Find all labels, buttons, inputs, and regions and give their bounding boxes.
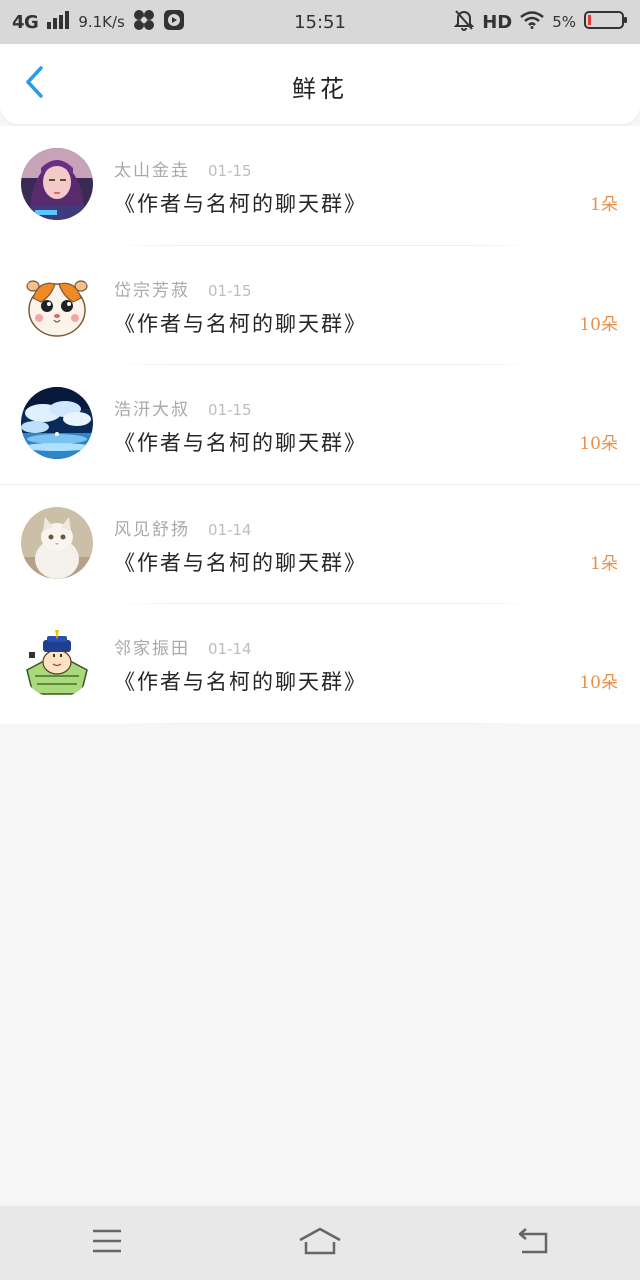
avatar[interactable] [21, 626, 93, 699]
avatar-cartoon-image [21, 626, 93, 699]
date: 01-14 [208, 640, 252, 659]
avatar-sky-image [21, 387, 93, 460]
wifi-icon [520, 11, 544, 33]
avatar-hamster-image [21, 267, 93, 340]
list-item[interactable]: 邻家振田 01-14 《作者与名柯的聊天群》 10朵 [0, 604, 640, 724]
user-name[interactable]: 太山金垚 [114, 156, 190, 181]
flower-count: 10朵 [579, 673, 618, 694]
user-name[interactable]: 邻家振田 [114, 634, 190, 659]
avatar[interactable] [21, 267, 93, 340]
user-line: 风见舒扬 01-14 [114, 515, 252, 540]
avatar[interactable] [21, 387, 93, 460]
signal-icon [46, 11, 70, 33]
group-name[interactable]: 《作者与名柯的聊天群》 [114, 666, 367, 696]
bell-off-icon [453, 9, 475, 35]
group-name[interactable]: 《作者与名柯的聊天群》 [114, 308, 367, 338]
header: 鲜花 [0, 44, 640, 124]
avatar[interactable] [21, 148, 93, 220]
group-name[interactable]: 《作者与名柯的聊天群》 [114, 427, 367, 457]
flower-count: 10朵 [579, 314, 618, 335]
list-item[interactable]: 岱宗芳菽 01-15 《作者与名柯的聊天群》 10朵 [0, 246, 640, 366]
date: 01-15 [208, 162, 252, 180]
group-name[interactable]: 《作者与名柯的聊天群》 [114, 188, 367, 218]
network-speed: 9.1K/s [78, 13, 125, 31]
user-name[interactable]: 岱宗芳菽 [114, 276, 190, 301]
user-line: 岱宗芳菽 01-15 [114, 276, 252, 301]
list-item[interactable]: 太山金垚 01-15 《作者与名柯的聊天群》 1朵 [0, 126, 640, 246]
flower-list: 太山金垚 01-15 《作者与名柯的聊天群》 1朵 岱宗芳菽 01-15 《作者… [0, 126, 640, 724]
list-item[interactable]: 风见舒扬 01-14 《作者与名柯的聊天群》 1朵 [0, 485, 640, 605]
date: 01-15 [208, 281, 252, 300]
user-line: 太山金垚 01-15 [114, 156, 252, 181]
pinwheel-icon [133, 9, 155, 35]
battery-icon [584, 10, 628, 34]
flower-count: 1朵 [590, 195, 618, 215]
home-button[interactable] [280, 1213, 360, 1273]
page-title: 鲜花 [292, 75, 348, 103]
back-nav-button[interactable] [493, 1213, 573, 1273]
network-type: 4G [12, 11, 39, 33]
avatar-girl-image [21, 148, 93, 220]
group-name[interactable]: 《作者与名柯的聊天群》 [114, 547, 367, 577]
status-bar: 4G 9.1K/s 15:51 HD 5% [0, 0, 640, 44]
system-nav-bar [0, 1206, 640, 1280]
flower-count: 1朵 [590, 553, 618, 574]
avatar-cat-image [21, 506, 93, 579]
flower-count: 10朵 [579, 434, 618, 455]
divider [110, 722, 540, 724]
user-name[interactable]: 浩汧大叔 [114, 395, 190, 420]
back-arrow-icon [516, 1228, 550, 1258]
status-left: 4G 9.1K/s [12, 9, 185, 35]
home-icon [298, 1227, 342, 1259]
battery-percent: 5% [552, 13, 576, 31]
video-play-icon [163, 9, 185, 35]
user-line: 邻家振田 01-14 [114, 634, 252, 659]
user-line: 浩汧大叔 01-15 [114, 395, 252, 420]
date: 01-15 [208, 401, 252, 420]
list-item[interactable]: 浩汧大叔 01-15 《作者与名柯的聊天群》 10朵 [0, 365, 640, 485]
menu-button[interactable] [67, 1213, 147, 1273]
hd-indicator: HD [482, 11, 513, 33]
date: 01-14 [208, 520, 252, 539]
menu-icon [91, 1228, 123, 1258]
status-right: HD 5% [453, 9, 628, 35]
avatar[interactable] [21, 506, 93, 579]
user-name[interactable]: 风见舒扬 [114, 515, 190, 540]
